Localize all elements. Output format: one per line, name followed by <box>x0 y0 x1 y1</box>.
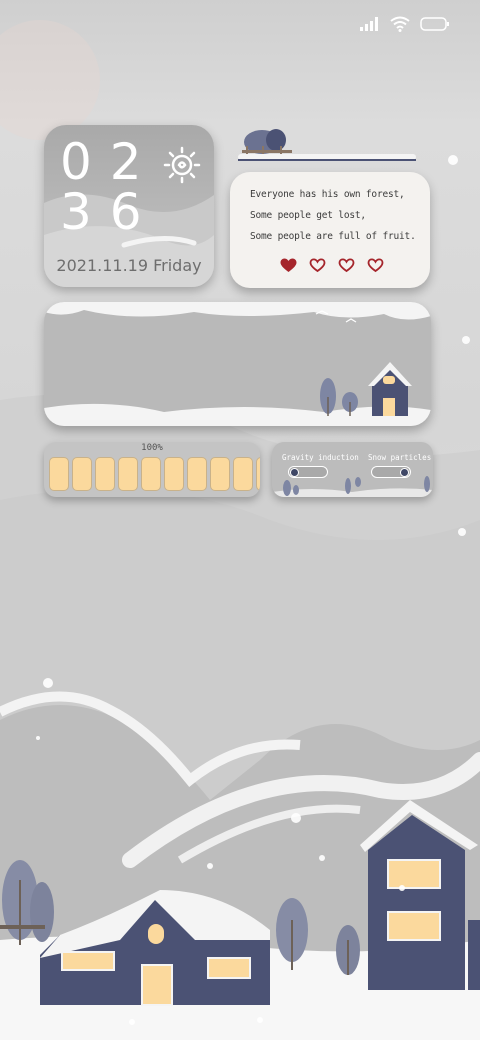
battery-cell <box>164 457 184 491</box>
battery-cell <box>233 457 253 491</box>
heart-icon-filled[interactable] <box>280 258 297 273</box>
battery-cells <box>49 457 260 491</box>
gravity-toggle[interactable] <box>288 466 328 478</box>
quote-line-3: Some people are full of fruit. <box>250 231 416 242</box>
wifi-icon <box>390 16 410 32</box>
signal-icon <box>360 17 378 31</box>
landscape-illustration <box>44 302 431 426</box>
battery-cell <box>49 457 69 491</box>
heart-icon-outline[interactable] <box>367 258 384 273</box>
battery-icon <box>420 17 449 31</box>
clock-widget[interactable]: 02 36 2021.11.19 Friday <box>44 125 214 287</box>
clock-minute: 36 <box>60 183 160 241</box>
toggles-widget: Gravity induction Snow particles <box>272 442 433 497</box>
battery-cell <box>95 457 115 491</box>
battery-cell <box>256 457 260 491</box>
quote-line-2: Some people get lost, <box>250 210 366 221</box>
snow-toggle-knob <box>400 467 409 477</box>
quote-widget[interactable]: Everyone has his own forest, Some people… <box>230 172 430 288</box>
gravity-toggle-knob <box>290 467 299 477</box>
battery-cell <box>72 457 92 491</box>
battery-widget[interactable]: 100% <box>44 442 260 497</box>
clock-hour: 02 <box>60 133 160 191</box>
snow-label: Snow particles <box>368 453 432 462</box>
clock-date: 2021.11.19 Friday <box>56 256 202 275</box>
clock-time: 02 36 <box>60 137 160 237</box>
quote-widget-topper <box>238 129 416 161</box>
battery-cell <box>187 457 207 491</box>
battery-cell <box>118 457 138 491</box>
sun-icon <box>163 146 201 184</box>
heart-icon-outline[interactable] <box>338 258 355 273</box>
hearts-row <box>280 258 384 273</box>
battery-percent: 100% <box>141 443 163 453</box>
battery-cell <box>210 457 230 491</box>
quote-line-1: Everyone has his own forest, <box>250 189 405 200</box>
battery-cell <box>141 457 161 491</box>
gravity-label: Gravity induction <box>282 453 359 462</box>
snow-toggle[interactable] <box>371 466 411 478</box>
heart-icon-outline[interactable] <box>309 258 326 273</box>
landscape-widget[interactable] <box>44 302 431 426</box>
status-bar <box>360 16 450 32</box>
